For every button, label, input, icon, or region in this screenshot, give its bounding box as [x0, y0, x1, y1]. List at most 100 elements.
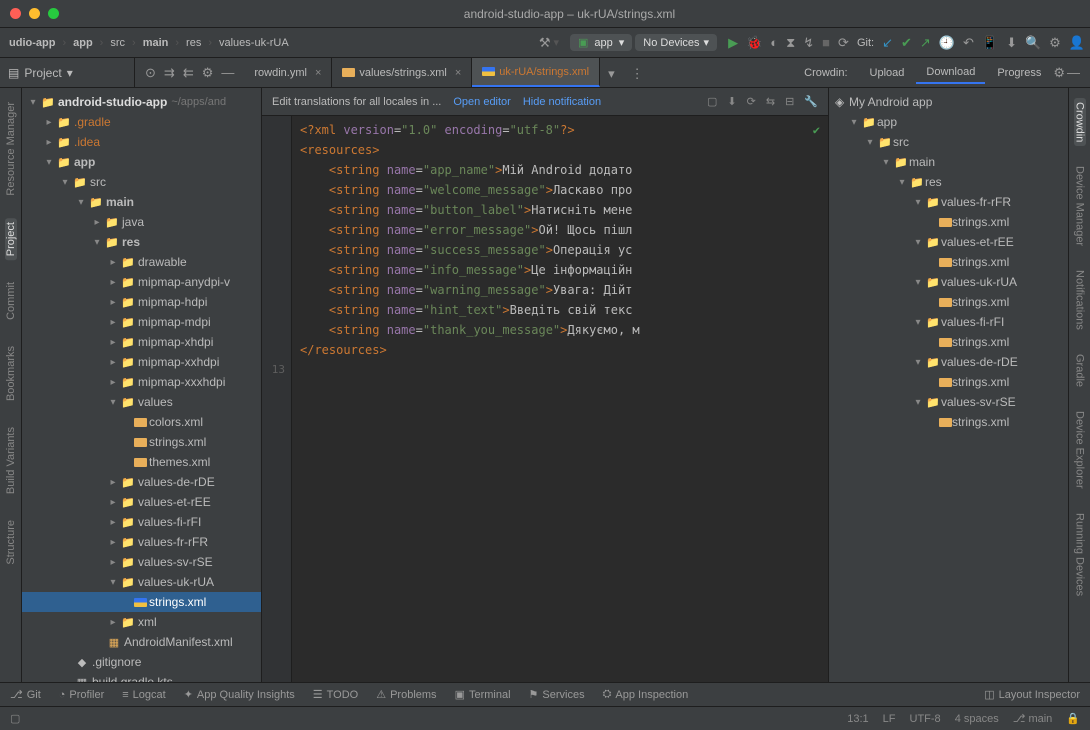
close-icon[interactable]: ×	[455, 67, 461, 79]
user-icon[interactable]: 👤	[1069, 35, 1085, 51]
hide-icon[interactable]: —	[1067, 65, 1080, 80]
debug-icon[interactable]: 🐞	[746, 35, 762, 51]
tree-manifest[interactable]: ▦AndroidManifest.xml	[22, 632, 261, 652]
tree-mipmap[interactable]: ▸📁mipmap-anydpi-v	[22, 272, 261, 292]
tree-drawable[interactable]: ▸📁drawable	[22, 252, 261, 272]
maximize-window[interactable]	[48, 8, 59, 19]
crowdin-progress-tab[interactable]: Progress	[987, 63, 1051, 83]
tree-idea[interactable]: ▸📁.idea	[22, 132, 261, 152]
git-tool[interactable]: ⎇Git	[10, 688, 41, 701]
code-area[interactable]: ✔ <?xml version="1.0" encoding="utf-8"?>…	[292, 116, 828, 682]
device-manager-tool[interactable]: Device Manager	[1074, 162, 1086, 250]
crowdin-src[interactable]: ▾📁src	[829, 132, 1068, 152]
git-branch[interactable]: ⎇ main	[1013, 712, 1053, 725]
resource-manager-tool[interactable]: Resource Manager	[5, 98, 17, 200]
crowdin-locale[interactable]: ▾📁values-sv-rSE	[829, 392, 1068, 412]
vcs-push-icon[interactable]: ↗	[920, 35, 931, 51]
tree-app[interactable]: ▾📁app	[22, 152, 261, 172]
close-window[interactable]	[10, 8, 21, 19]
tree-mipmap[interactable]: ▸📁mipmap-mdpi	[22, 312, 261, 332]
logcat-tool[interactable]: ≡Logcat	[122, 689, 165, 701]
crumb-app[interactable]: app	[69, 35, 97, 51]
tree-values-sv[interactable]: ▸📁values-sv-rSE	[22, 552, 261, 572]
sdk-icon[interactable]: ⬇	[1006, 35, 1017, 51]
crowdin-file[interactable]: strings.xml	[829, 412, 1068, 432]
vcs-history-icon[interactable]: 🕘	[939, 35, 955, 51]
search-icon[interactable]: 🔍	[1025, 35, 1041, 51]
tree-res[interactable]: ▾📁res	[22, 232, 261, 252]
crowdin-project[interactable]: ◈My Android app	[829, 92, 1068, 112]
tab-values-strings[interactable]: values/strings.xml×	[332, 58, 472, 87]
tree-values-fr[interactable]: ▸📁values-fr-rFR	[22, 532, 261, 552]
tab-crowdin-yml[interactable]: rowdin.yml×	[244, 58, 332, 87]
wrench-icon[interactable]: 🔧	[804, 95, 818, 108]
crowdin-locale[interactable]: ▾📁values-et-rEE	[829, 232, 1068, 252]
problems-tool[interactable]: ⚠Problems	[376, 688, 436, 701]
terminal-tool[interactable]: ▣Terminal	[455, 688, 511, 701]
coverage-icon[interactable]: ◐	[770, 35, 778, 50]
crowdin-file[interactable]: strings.xml	[829, 252, 1068, 272]
crumb-res[interactable]: res	[182, 35, 205, 51]
run-icon[interactable]: ▶	[728, 35, 738, 51]
close-icon[interactable]: ×	[315, 67, 321, 79]
vcs-commit-icon[interactable]: ✔	[901, 35, 912, 51]
crowdin-file[interactable]: strings.xml	[829, 332, 1068, 352]
crowdin-locale[interactable]: ▾📁values-fi-rFI	[829, 312, 1068, 332]
crowdin-download-tab[interactable]: Download	[916, 62, 985, 84]
crowdin-upload-tab[interactable]: Upload	[860, 63, 915, 83]
running-devices-tool[interactable]: Running Devices	[1074, 509, 1086, 600]
tab-uk-strings[interactable]: uk-rUA/strings.xml	[472, 58, 600, 87]
gradle-tool[interactable]: Gradle	[1074, 350, 1086, 391]
attach-icon[interactable]: ↯	[803, 35, 814, 51]
app-inspection-tool[interactable]: ⛭App Inspection	[603, 688, 689, 701]
expand-icon[interactable]: ⇉	[164, 65, 175, 81]
tree-xml[interactable]: ▸📁xml	[22, 612, 261, 632]
layout-inspector-tool[interactable]: ◫Layout Inspector	[984, 688, 1080, 701]
vcs-update-icon[interactable]: ↙	[882, 35, 893, 51]
tree-strings-xml[interactable]: strings.xml	[22, 432, 261, 452]
crumb-src[interactable]: src	[106, 35, 129, 51]
collapse-icon[interactable]: ⊟	[785, 95, 794, 108]
build-variants-tool[interactable]: Build Variants	[5, 423, 17, 498]
bookmarks-tool[interactable]: Bookmarks	[5, 342, 17, 405]
crowdin-locale[interactable]: ▾📁values-fr-rFR	[829, 192, 1068, 212]
commit-tool[interactable]: Commit	[5, 278, 17, 324]
stop-icon[interactable]: ■	[822, 35, 830, 50]
crumb-main[interactable]: main	[139, 35, 173, 51]
locate-icon[interactable]: ⊙	[145, 65, 156, 81]
tree-mipmap[interactable]: ▸📁mipmap-xxxhdpi	[22, 372, 261, 392]
project-tree[interactable]: ▾📁 android-studio-app ~/apps/and ▸📁.grad…	[22, 88, 262, 682]
crumb-project[interactable]: udio-app	[5, 35, 59, 51]
tree-mipmap[interactable]: ▸📁mipmap-xhdpi	[22, 332, 261, 352]
device-selector[interactable]: No Devices ▾	[635, 34, 717, 51]
tree-colors-xml[interactable]: colors.xml	[22, 412, 261, 432]
crowdin-tool[interactable]: Crowdin	[1074, 98, 1086, 146]
crowdin-res[interactable]: ▾📁res	[829, 172, 1068, 192]
tree-strings-uk[interactable]: strings.xml	[22, 592, 261, 612]
crowdin-main[interactable]: ▾📁main	[829, 152, 1068, 172]
profiler-tool[interactable]: ◔Profiler	[59, 689, 105, 701]
tree-values-fi[interactable]: ▸📁values-fi-rFI	[22, 512, 261, 532]
caret-position[interactable]: 13:1	[847, 713, 868, 725]
line-separator[interactable]: LF	[883, 713, 896, 725]
tree-mipmap[interactable]: ▸📁mipmap-xxhdpi	[22, 352, 261, 372]
file-encoding[interactable]: UTF-8	[910, 713, 941, 725]
refresh-icon[interactable]: ⟳	[747, 95, 756, 108]
crowdin-file[interactable]: strings.xml	[829, 212, 1068, 232]
crowdin-file[interactable]: strings.xml	[829, 292, 1068, 312]
minimize-window[interactable]	[29, 8, 40, 19]
services-tool[interactable]: ⚑Services	[529, 688, 585, 701]
tree-values-uk[interactable]: ▾📁values-uk-rUA	[22, 572, 261, 592]
status-icon[interactable]: ▢	[10, 712, 20, 725]
crowdin-file[interactable]: strings.xml	[829, 372, 1068, 392]
project-view-selector[interactable]: ▤ Project ▾	[0, 58, 135, 87]
crowdin-panel[interactable]: ◈My Android app ▾📁app ▾📁src ▾📁main ▾📁res…	[828, 88, 1068, 682]
new-icon[interactable]: ▢	[707, 95, 717, 108]
tab-dropdown-icon[interactable]: ▾	[600, 58, 623, 87]
tree-main[interactable]: ▾📁main	[22, 192, 261, 212]
tree-build-kts[interactable]: ▦build.gradle.kts	[22, 672, 261, 682]
tree-mipmap[interactable]: ▸📁mipmap-hdpi	[22, 292, 261, 312]
crowdin-app[interactable]: ▾📁app	[829, 112, 1068, 132]
lock-icon[interactable]: 🔒	[1066, 712, 1080, 725]
structure-tool[interactable]: Structure	[5, 516, 17, 569]
